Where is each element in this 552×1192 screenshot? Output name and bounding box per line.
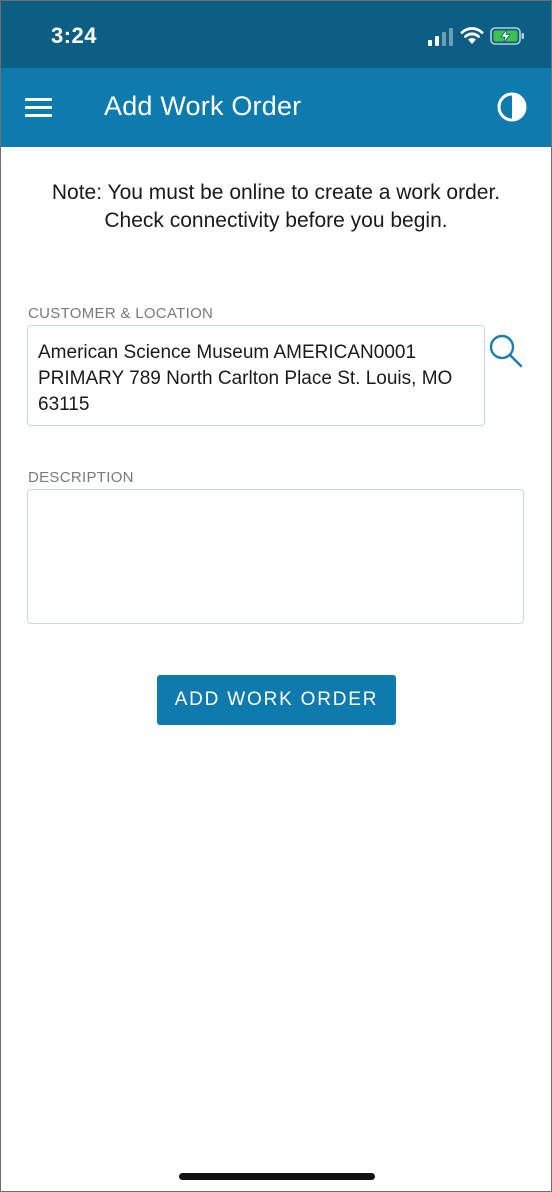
status-bar: 3:24 (1, 1, 551, 68)
note-line-2: Check connectivity before you begin. (104, 209, 448, 232)
customer-location-line-3: 63115 (38, 394, 90, 415)
search-icon[interactable] (488, 333, 524, 369)
online-note: Note: You must be online to create a wor… (11, 179, 541, 235)
customer-location-line-1: American Science Museum AMERICAN0001 (38, 342, 417, 363)
home-indicator[interactable] (179, 1173, 375, 1180)
customer-location-line-2: PRIMARY 789 North Carlton Place St. Loui… (38, 368, 453, 389)
wifi-icon (460, 27, 484, 44)
description-field[interactable] (27, 489, 524, 624)
add-work-order-button[interactable]: ADD WORK ORDER (157, 675, 396, 725)
customer-location-field[interactable]: American Science Museum AMERICAN0001 PRI… (27, 325, 485, 426)
phone-screen: 3:24 Add Work Order Note: You must be on… (0, 0, 552, 1192)
battery-charging-icon (490, 27, 524, 45)
app-header: Add Work Order (1, 68, 551, 147)
note-line-1: Note: You must be online to create a wor… (51, 181, 501, 204)
status-time: 3:24 (51, 23, 98, 48)
customer-location-label: CUSTOMER & LOCATION (28, 305, 214, 322)
description-label: DESCRIPTION (28, 469, 134, 486)
contrast-icon[interactable] (496, 91, 528, 123)
menu-icon[interactable] (24, 95, 54, 119)
signal-icon (428, 28, 453, 46)
page-title: Add Work Order (104, 91, 302, 121)
